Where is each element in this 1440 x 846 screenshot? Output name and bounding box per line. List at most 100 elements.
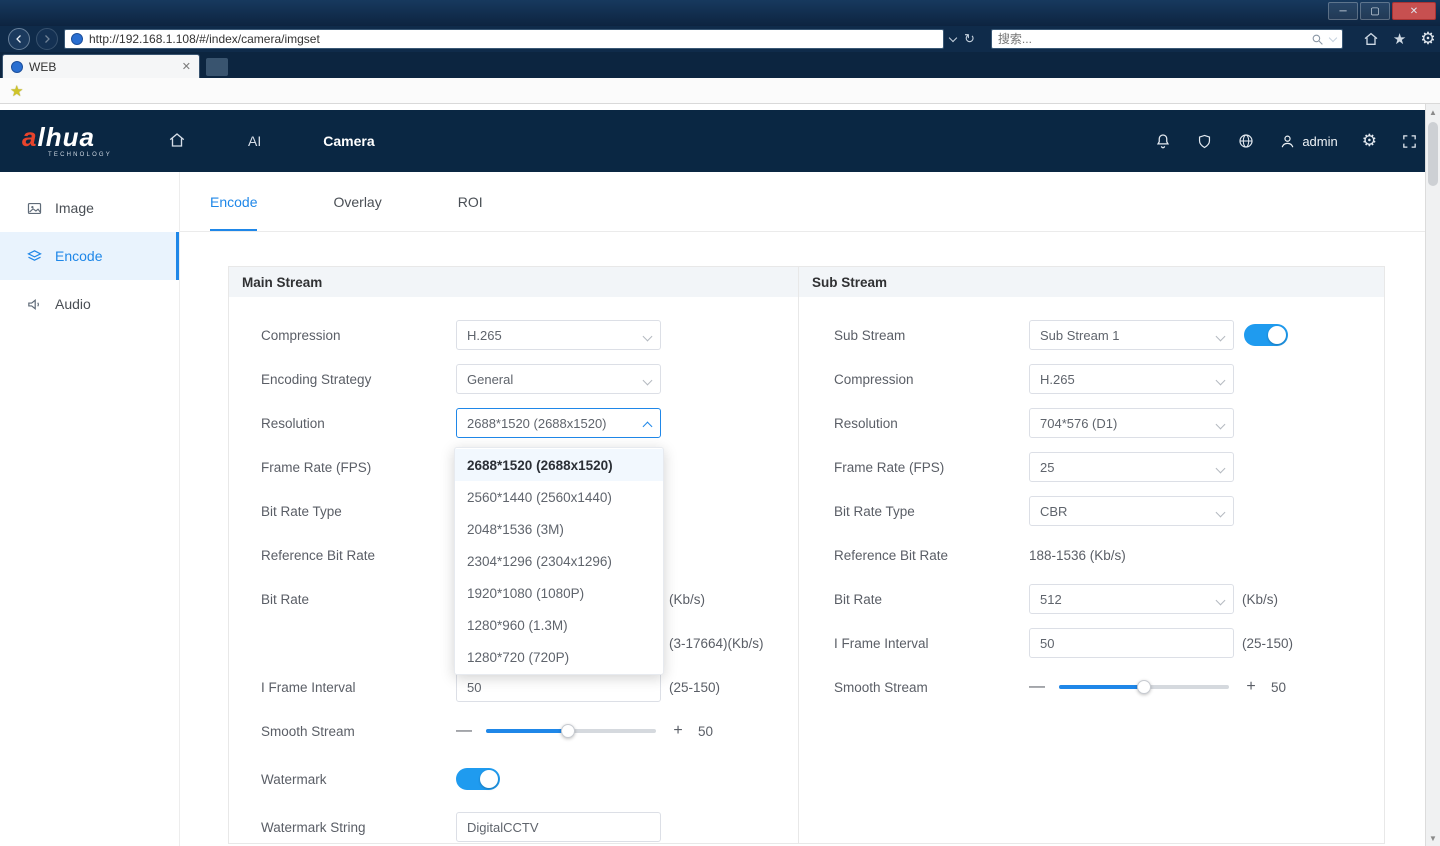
nav-tab-ai[interactable]: AI <box>248 133 261 149</box>
select-value: CBR <box>1040 504 1067 519</box>
search-input[interactable] <box>998 32 1305 46</box>
sub-resolution-select[interactable]: 704*576 (D1) <box>1029 408 1234 438</box>
browser-navbar: ↻ ★ ⚙ <box>0 26 1440 52</box>
add-favorite-star-icon[interactable]: ★ <box>10 82 23 100</box>
compression-row: Compression H.265 <box>261 313 798 357</box>
shield-icon[interactable] <box>1196 133 1213 150</box>
dropdown-option[interactable]: 2560*1440 (2560x1440) <box>455 481 663 513</box>
arrow-left-icon <box>13 33 25 45</box>
chevron-up-icon <box>643 422 653 432</box>
browser-tab-web[interactable]: WEB ✕ <box>2 54 200 78</box>
new-tab-button[interactable] <box>206 58 228 76</box>
sub-bit-rate-type-select[interactable]: CBR <box>1029 496 1234 526</box>
resolution-row: Resolution 2688*1520 (2688x1520) <box>261 401 798 445</box>
chevron-down-icon <box>1216 508 1226 518</box>
field-label: Smooth Stream <box>834 680 1029 695</box>
window-close-button[interactable]: ✕ <box>1392 2 1436 20</box>
globe-icon[interactable] <box>1237 132 1255 150</box>
encoding-strategy-row: Encoding Strategy General <box>261 357 798 401</box>
browser-settings-icon[interactable]: ⚙ <box>1420 29 1435 49</box>
slider-value: 50 <box>1271 680 1286 695</box>
sidebar-item-image[interactable]: Image <box>0 184 179 232</box>
slider-knob[interactable] <box>561 724 575 738</box>
field-label: Compression <box>261 328 456 343</box>
tab-title: WEB <box>29 60 176 74</box>
favorites-star-icon[interactable]: ★ <box>1393 30 1406 48</box>
encode-tabs: Encode Overlay ROI <box>180 172 1440 232</box>
field-label: Compression <box>834 372 1029 387</box>
dropdown-option[interactable]: 2304*1296 (2304x1296) <box>455 545 663 577</box>
field-label: Watermark String <box>261 820 456 835</box>
refresh-icon[interactable]: ↻ <box>964 31 975 47</box>
slider-increase-button[interactable]: + <box>1243 678 1259 696</box>
tab-overlay[interactable]: Overlay <box>333 172 381 231</box>
field-label: Watermark <box>261 772 456 787</box>
address-dropdown-icon[interactable] <box>949 33 957 41</box>
sub-stream-select[interactable]: Sub Stream 1 <box>1029 320 1234 350</box>
scroll-down-arrow[interactable]: ▼ <box>1426 830 1440 846</box>
dropdown-option[interactable]: 2688*1520 (2688x1520) <box>455 449 663 481</box>
bell-icon[interactable] <box>1154 132 1172 150</box>
encoding-strategy-select[interactable]: General <box>456 364 661 394</box>
search-box[interactable] <box>991 29 1343 49</box>
sub-stream-panel: Sub Stream Sub Stream Sub Stream 1 Compr… <box>798 267 1384 843</box>
address-bar[interactable] <box>64 29 944 49</box>
chevron-down-icon <box>1216 596 1226 606</box>
search-icon[interactable] <box>1311 33 1324 46</box>
slider-decrease-button[interactable]: — <box>1029 678 1045 696</box>
compression-row: Compression H.265 <box>834 357 1384 401</box>
scroll-up-arrow[interactable]: ▲ <box>1426 104 1440 120</box>
window-minimize-button[interactable]: ─ <box>1328 2 1358 20</box>
main-stream-panel: Main Stream Compression H.265 Encoding S… <box>229 267 798 843</box>
resolution-row: Resolution 704*576 (D1) <box>834 401 1384 445</box>
scrollbar-thumb[interactable] <box>1428 122 1438 186</box>
field-label: Reference Bit Rate <box>261 548 456 563</box>
field-label: Bit Rate Type <box>261 504 456 519</box>
sub-bit-rate-select[interactable]: 512 <box>1029 584 1234 614</box>
slider-value: 50 <box>698 724 713 739</box>
nav-home-button[interactable] <box>168 131 186 152</box>
tab-roi[interactable]: ROI <box>458 172 483 231</box>
slider-decrease-button[interactable]: — <box>456 722 472 740</box>
tab-encode[interactable]: Encode <box>210 172 257 231</box>
page-scrollbar[interactable]: ▲ ▼ <box>1425 104 1440 846</box>
forward-button[interactable] <box>36 28 58 50</box>
i-frame-interval-input[interactable] <box>456 672 661 702</box>
watermark-toggle[interactable] <box>456 768 500 790</box>
back-button[interactable] <box>8 28 30 50</box>
slider-knob[interactable] <box>1137 680 1151 694</box>
slider-increase-button[interactable]: + <box>670 722 686 740</box>
slider-fill <box>486 729 568 733</box>
toggle-knob <box>480 770 498 788</box>
search-options-icon[interactable] <box>1329 33 1337 41</box>
dropdown-option[interactable]: 1280*720 (720P) <box>455 641 663 673</box>
sub-stream-toggle[interactable] <box>1244 324 1288 346</box>
logo-first-letter: a <box>22 122 37 152</box>
dropdown-option[interactable]: 1920*1080 (1080P) <box>455 577 663 609</box>
chevron-down-icon <box>643 376 653 386</box>
watermark-string-input[interactable] <box>456 812 661 842</box>
nav-tab-camera[interactable]: Camera <box>323 133 374 149</box>
smooth-stream-slider[interactable] <box>486 729 656 733</box>
url-input[interactable] <box>89 32 937 46</box>
field-label: Encoding Strategy <box>261 372 456 387</box>
fullscreen-icon[interactable] <box>1401 133 1418 150</box>
dropdown-option[interactable]: 2048*1536 (3M) <box>455 513 663 545</box>
sidebar-item-encode[interactable]: Encode <box>0 232 179 280</box>
window-maximize-button[interactable]: ▢ <box>1360 2 1390 20</box>
field-label: I Frame Interval <box>261 680 456 695</box>
resolution-select[interactable]: 2688*1520 (2688x1520) <box>456 408 661 438</box>
sub-i-frame-interval-input[interactable] <box>1029 628 1234 658</box>
tab-close-icon[interactable]: ✕ <box>182 60 191 73</box>
dropdown-option[interactable]: 1280*960 (1.3M) <box>455 609 663 641</box>
camera-sidebar: Image Encode Audio <box>0 172 180 846</box>
user-menu[interactable]: admin <box>1279 133 1337 150</box>
sub-smooth-stream-slider[interactable] <box>1059 685 1229 689</box>
sidebar-item-audio[interactable]: Audio <box>0 280 179 328</box>
compression-select[interactable]: H.265 <box>456 320 661 350</box>
sub-compression-select[interactable]: H.265 <box>1029 364 1234 394</box>
home-icon[interactable] <box>1363 31 1379 47</box>
sub-frame-rate-select[interactable]: 25 <box>1029 452 1234 482</box>
i-frame-interval-row: I Frame Interval (25-150) <box>834 621 1384 665</box>
settings-gear-icon[interactable]: ⚙ <box>1362 131 1377 151</box>
